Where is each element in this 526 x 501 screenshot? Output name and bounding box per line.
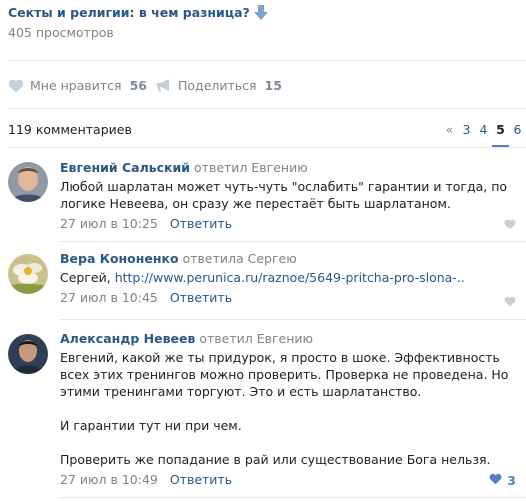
comment-like-button[interactable] xyxy=(504,295,516,310)
comment-author[interactable]: Вера Кононенко xyxy=(60,251,179,266)
like-label: Мне нравится xyxy=(30,78,122,93)
divider xyxy=(60,241,526,242)
like-button[interactable]: Мне нравится 56 xyxy=(8,78,147,93)
reply-button[interactable]: Ответить xyxy=(170,216,232,231)
comment-body: Вера Кононенко ответила Сергею Сергей, h… xyxy=(60,251,518,305)
avatar[interactable] xyxy=(8,162,48,202)
reply-button[interactable]: Ответить xyxy=(170,290,232,305)
heart-icon xyxy=(8,79,24,93)
comment-like-button[interactable] xyxy=(504,218,516,233)
divider xyxy=(60,497,526,498)
pager-page-5: 5 xyxy=(492,120,509,147)
comment-text-prefix: Сергей, xyxy=(60,270,115,285)
comment-text: Сергей, http://www.perunica.ru/raznoe/56… xyxy=(60,269,518,286)
divider xyxy=(8,60,526,61)
share-label: Поделиться xyxy=(178,78,257,93)
comment-like-button[interactable]: 3 xyxy=(489,473,516,488)
reply-button[interactable]: Ответить xyxy=(170,472,232,487)
comment-text: Евгений, какой же ты придурок, я просто … xyxy=(60,349,518,468)
comment-reply-to[interactable]: ответил Евгению xyxy=(199,331,313,346)
like-count: 56 xyxy=(129,78,147,93)
comment-reply-to[interactable]: ответил Евгению xyxy=(194,160,308,175)
comment-paragraph: Евгений, какой же ты придурок, я просто … xyxy=(60,350,509,399)
comment-like-count: 3 xyxy=(507,473,516,488)
comment-body: Евгений Сальский ответил Евгению Любой ш… xyxy=(60,160,518,231)
comment-text: Любой шарлатан может чуть-чуть "ослабить… xyxy=(60,179,508,211)
comment-author[interactable]: Александр Невеев xyxy=(60,331,195,346)
divider xyxy=(8,108,526,109)
share-button[interactable]: Поделиться 15 xyxy=(157,78,282,93)
arrow-down-icon xyxy=(253,5,268,23)
comment-date[interactable]: 27 июл в 10:25 xyxy=(60,216,158,231)
comment-paragraph: И гарантии тут ни при чем. xyxy=(60,418,242,433)
comment-paragraph: Проверить же попадание в рай или существ… xyxy=(60,452,491,467)
divider xyxy=(60,319,526,320)
comment-reply-to[interactable]: ответила Сергею xyxy=(183,251,297,266)
share-count: 15 xyxy=(264,78,282,93)
avatar[interactable] xyxy=(8,334,48,374)
comment-link[interactable]: http://www.perunica.ru/raznoe/5649-pritc… xyxy=(115,270,465,285)
comment-date[interactable]: 27 июл в 10:45 xyxy=(60,290,158,305)
comments-count: 119 комментариев xyxy=(8,122,132,137)
comment-date[interactable]: 27 июл в 10:49 xyxy=(60,472,158,487)
heart-icon xyxy=(489,473,502,488)
pager-page-6[interactable]: 6 xyxy=(509,120,526,139)
megaphone-icon xyxy=(157,78,172,93)
post-title[interactable]: Секты и религии: в чем разница? xyxy=(8,5,268,23)
pager-page-3[interactable]: 3 xyxy=(458,120,475,139)
heart-icon xyxy=(504,218,516,233)
views-count: 405 просмотров xyxy=(8,25,114,40)
heart-icon xyxy=(504,295,516,310)
avatar[interactable] xyxy=(8,254,48,294)
comments-pager: « 3 4 5 6 xyxy=(441,120,526,147)
pager-page-4[interactable]: 4 xyxy=(475,120,492,139)
comment-body: Александр Невеев ответил Евгению Евгений… xyxy=(60,331,518,487)
pager-prev[interactable]: « xyxy=(441,120,458,139)
post-title-text[interactable]: Секты и религии: в чем разница? xyxy=(8,5,250,20)
comment-author[interactable]: Евгений Сальский xyxy=(60,160,190,175)
divider xyxy=(8,147,526,148)
